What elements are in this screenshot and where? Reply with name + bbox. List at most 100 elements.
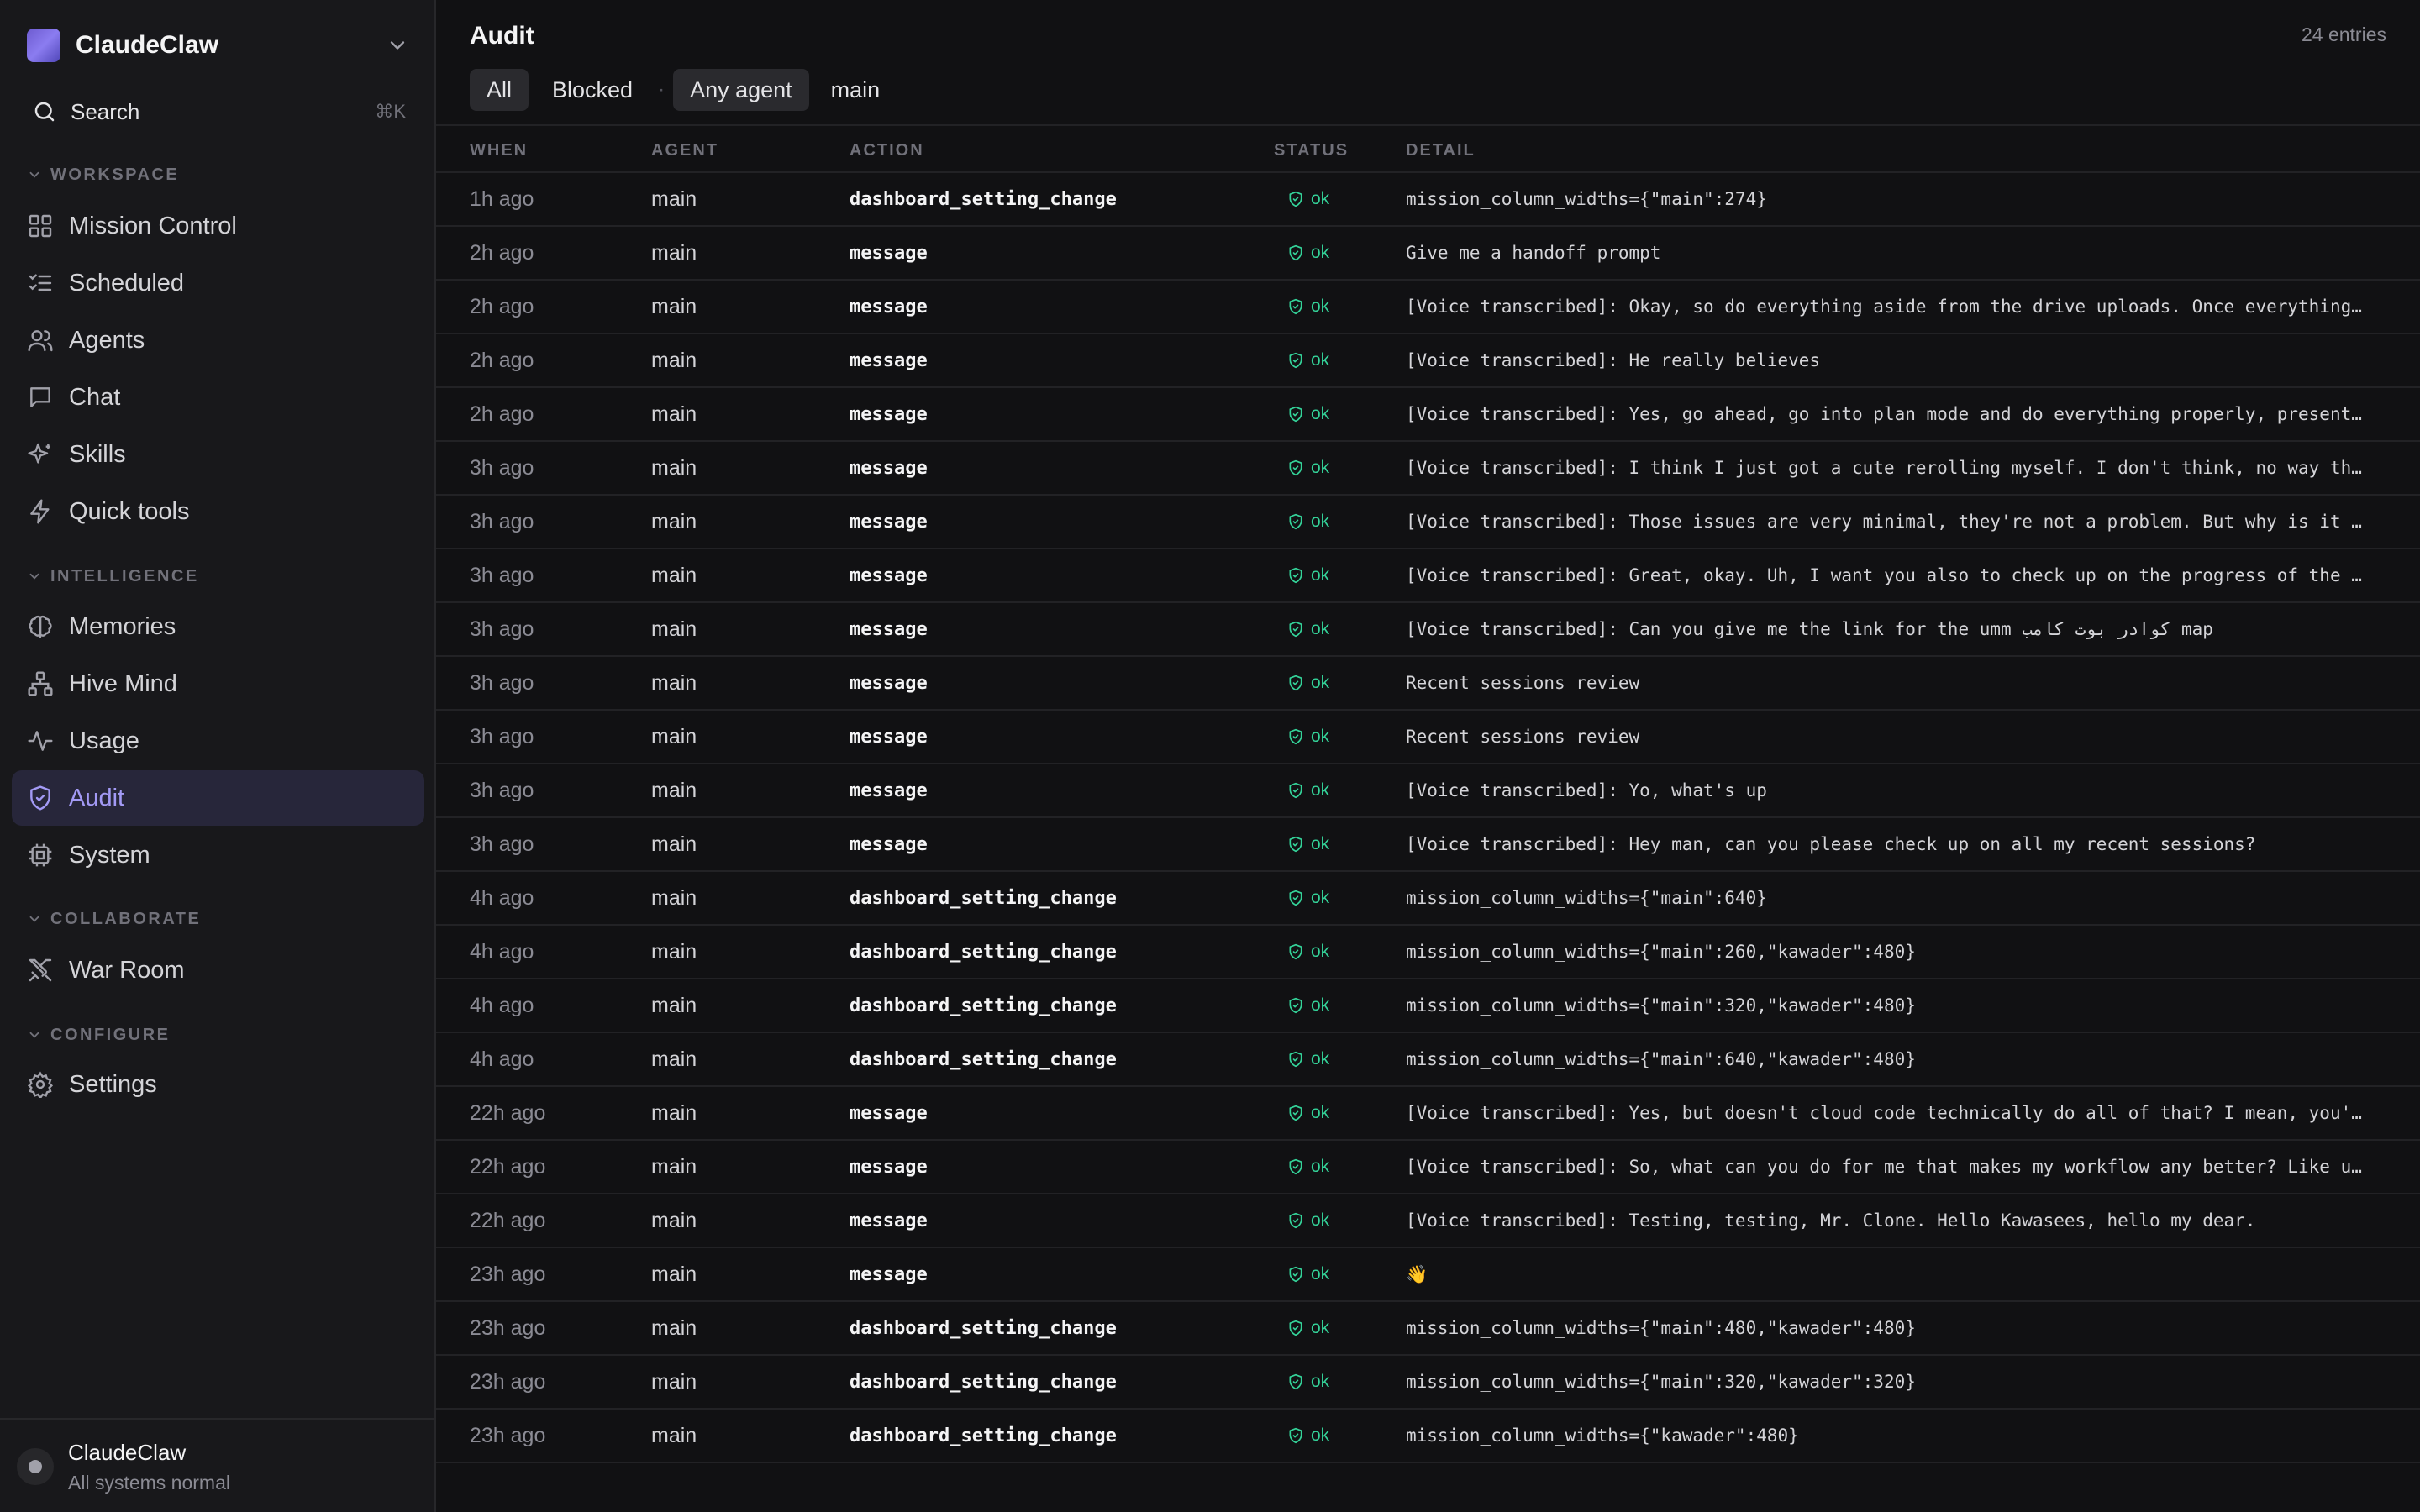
table-row[interactable]: 3h ago main message ok [Voice transcribe…: [436, 496, 2420, 549]
sidebar-item-hive-mind[interactable]: Hive Mind: [12, 656, 424, 711]
row-action: message: [850, 1156, 928, 1178]
section-configure[interactable]: CONFIGURE: [27, 1023, 171, 1047]
row-agent: main: [651, 832, 697, 856]
table-row[interactable]: 2h ago main message ok [Voice transcribe…: [436, 281, 2420, 334]
table-row[interactable]: 2h ago main message ok Give me a handoff…: [436, 227, 2420, 281]
sidebar-item-label: Hive Mind: [69, 669, 177, 697]
row-agent: main: [651, 509, 697, 533]
sidebar-item-label: Skills: [69, 440, 126, 468]
table-row[interactable]: 22h ago main message ok [Voice transcrib…: [436, 1087, 2420, 1141]
table-row[interactable]: 3h ago main message ok [Voice transcribe…: [436, 764, 2420, 818]
sidebar-item-quick-tools[interactable]: Quick tools: [12, 484, 424, 539]
row-status-text: ok: [1311, 995, 1330, 1015]
table-row[interactable]: 3h ago main message ok [Voice transcribe…: [436, 818, 2420, 872]
sidebar-item-label: Audit: [69, 784, 125, 811]
sidebar-item-skills[interactable]: Skills: [12, 427, 424, 482]
table-row[interactable]: 3h ago main message ok Recent sessions r…: [436, 711, 2420, 764]
table-row[interactable]: 22h ago main message ok [Voice transcrib…: [436, 1194, 2420, 1248]
sidebar-item-label: Chat: [69, 383, 121, 411]
system-status-footer[interactable]: ClaudeClaw All systems normal: [0, 1418, 434, 1512]
sidebar: ClaudeClaw Search ⌘K WORKSPACE Mission C…: [0, 0, 436, 1512]
row-status: ok: [1287, 1141, 1329, 1193]
sidebar-item-label: Mission Control: [69, 212, 237, 239]
row-status: ok: [1287, 281, 1329, 333]
shield-check-icon: [1289, 997, 1302, 1014]
sidebar-item-chat[interactable]: Chat: [12, 370, 424, 425]
row-agent: main: [651, 186, 697, 211]
row-agent: main: [651, 670, 697, 695]
sidebar-item-system[interactable]: System: [12, 827, 424, 883]
table-row[interactable]: 4h ago main dashboard_setting_change ok …: [436, 872, 2420, 926]
sidebar-item-audit[interactable]: Audit: [12, 770, 424, 826]
filter-agent-main[interactable]: main: [814, 69, 897, 111]
row-agent: main: [651, 240, 697, 265]
section-collaborate[interactable]: COLLABORATE: [27, 907, 201, 931]
row-agent: main: [651, 1315, 697, 1340]
filter-bar: All Blocked · Any agent main: [470, 69, 897, 111]
row-when: 4h ago: [470, 993, 534, 1017]
section-intelligence[interactable]: INTELLIGENCE: [27, 564, 199, 588]
sidebar-item-label: Usage: [69, 727, 139, 754]
section-label: WORKSPACE: [50, 165, 180, 184]
row-detail: mission_column_widths={"main":480,"kawad…: [1406, 1318, 1916, 1338]
table-row[interactable]: 3h ago main message ok [Voice transcribe…: [436, 549, 2420, 603]
table-row[interactable]: 3h ago main message ok Recent sessions r…: [436, 657, 2420, 711]
row-status-text: ok: [1311, 512, 1330, 531]
search-button[interactable]: Search ⌘K: [32, 94, 406, 129]
table-row[interactable]: 4h ago main dashboard_setting_change ok …: [436, 979, 2420, 1033]
row-when: 3h ago: [470, 509, 534, 533]
row-status: ok: [1287, 1302, 1329, 1354]
filter-all[interactable]: All: [470, 69, 529, 111]
workspace-switcher[interactable]: ClaudeClaw: [27, 29, 409, 62]
table-row[interactable]: 23h ago main dashboard_setting_change ok…: [436, 1356, 2420, 1410]
sidebar-item-war-room[interactable]: War Room: [12, 942, 424, 998]
sidebar-item-memories[interactable]: Memories: [12, 599, 424, 654]
sidebar-item-agents[interactable]: Agents: [12, 312, 424, 368]
row-agent: main: [651, 455, 697, 480]
chevron-down-icon: [29, 171, 39, 178]
shield-check-icon: [1289, 782, 1302, 799]
row-when: 2h ago: [470, 402, 534, 426]
column-when: WHEN: [470, 141, 529, 160]
sidebar-item-label: Memories: [69, 612, 176, 640]
row-status: ok: [1287, 818, 1329, 870]
filter-blocked[interactable]: Blocked: [535, 69, 650, 111]
filter-any-agent[interactable]: Any agent: [673, 69, 809, 111]
row-detail: [Voice transcribed]: I think I just got …: [1406, 458, 2362, 478]
sidebar-item-settings[interactable]: Settings: [12, 1057, 424, 1112]
table-row[interactable]: 23h ago main dashboard_setting_change ok…: [436, 1410, 2420, 1463]
table-row[interactable]: 22h ago main message ok [Voice transcrib…: [436, 1141, 2420, 1194]
table-row[interactable]: 3h ago main message ok [Voice transcribe…: [436, 442, 2420, 496]
row-detail: [Voice transcribed]: Hey man, can you pl…: [1406, 834, 2256, 854]
sidebar-item-scheduled[interactable]: Scheduled: [12, 255, 424, 311]
shield-check-icon: [1289, 1266, 1302, 1283]
row-when: 2h ago: [470, 294, 534, 318]
gear-icon: [27, 1071, 54, 1098]
table-row[interactable]: 3h ago main message ok [Voice transcribe…: [436, 603, 2420, 657]
table-row[interactable]: 4h ago main dashboard_setting_change ok …: [436, 926, 2420, 979]
row-agent: main: [651, 402, 697, 426]
table-row[interactable]: 4h ago main dashboard_setting_change ok …: [436, 1033, 2420, 1087]
search-label: Search: [71, 98, 140, 124]
row-when: 23h ago: [470, 1315, 546, 1340]
row-when: 3h ago: [470, 455, 534, 480]
sidebar-item-usage[interactable]: Usage: [12, 713, 424, 769]
row-when: 23h ago: [470, 1262, 546, 1286]
row-agent: main: [651, 885, 697, 910]
table-row[interactable]: 2h ago main message ok [Voice transcribe…: [436, 388, 2420, 442]
row-action: message: [850, 618, 928, 640]
section-workspace[interactable]: WORKSPACE: [27, 163, 179, 186]
sidebar-item-label: War Room: [69, 956, 185, 984]
sidebar-item-mission-control[interactable]: Mission Control: [12, 198, 424, 254]
row-status-text: ok: [1311, 1103, 1330, 1122]
sidebar-item-label: Settings: [69, 1070, 157, 1098]
row-when: 3h ago: [470, 617, 534, 641]
table-row[interactable]: 23h ago main message ok 👋: [436, 1248, 2420, 1302]
table-row[interactable]: 1h ago main dashboard_setting_change ok …: [436, 173, 2420, 227]
row-status-text: ok: [1311, 1372, 1330, 1391]
table-row[interactable]: 23h ago main dashboard_setting_change ok…: [436, 1302, 2420, 1356]
sidebar-item-label: Scheduled: [69, 269, 185, 297]
app-root: ClaudeClaw Search ⌘K WORKSPACE Mission C…: [0, 0, 2420, 1512]
table-row[interactable]: 2h ago main message ok [Voice transcribe…: [436, 334, 2420, 388]
chevron-down-icon: [29, 573, 39, 580]
